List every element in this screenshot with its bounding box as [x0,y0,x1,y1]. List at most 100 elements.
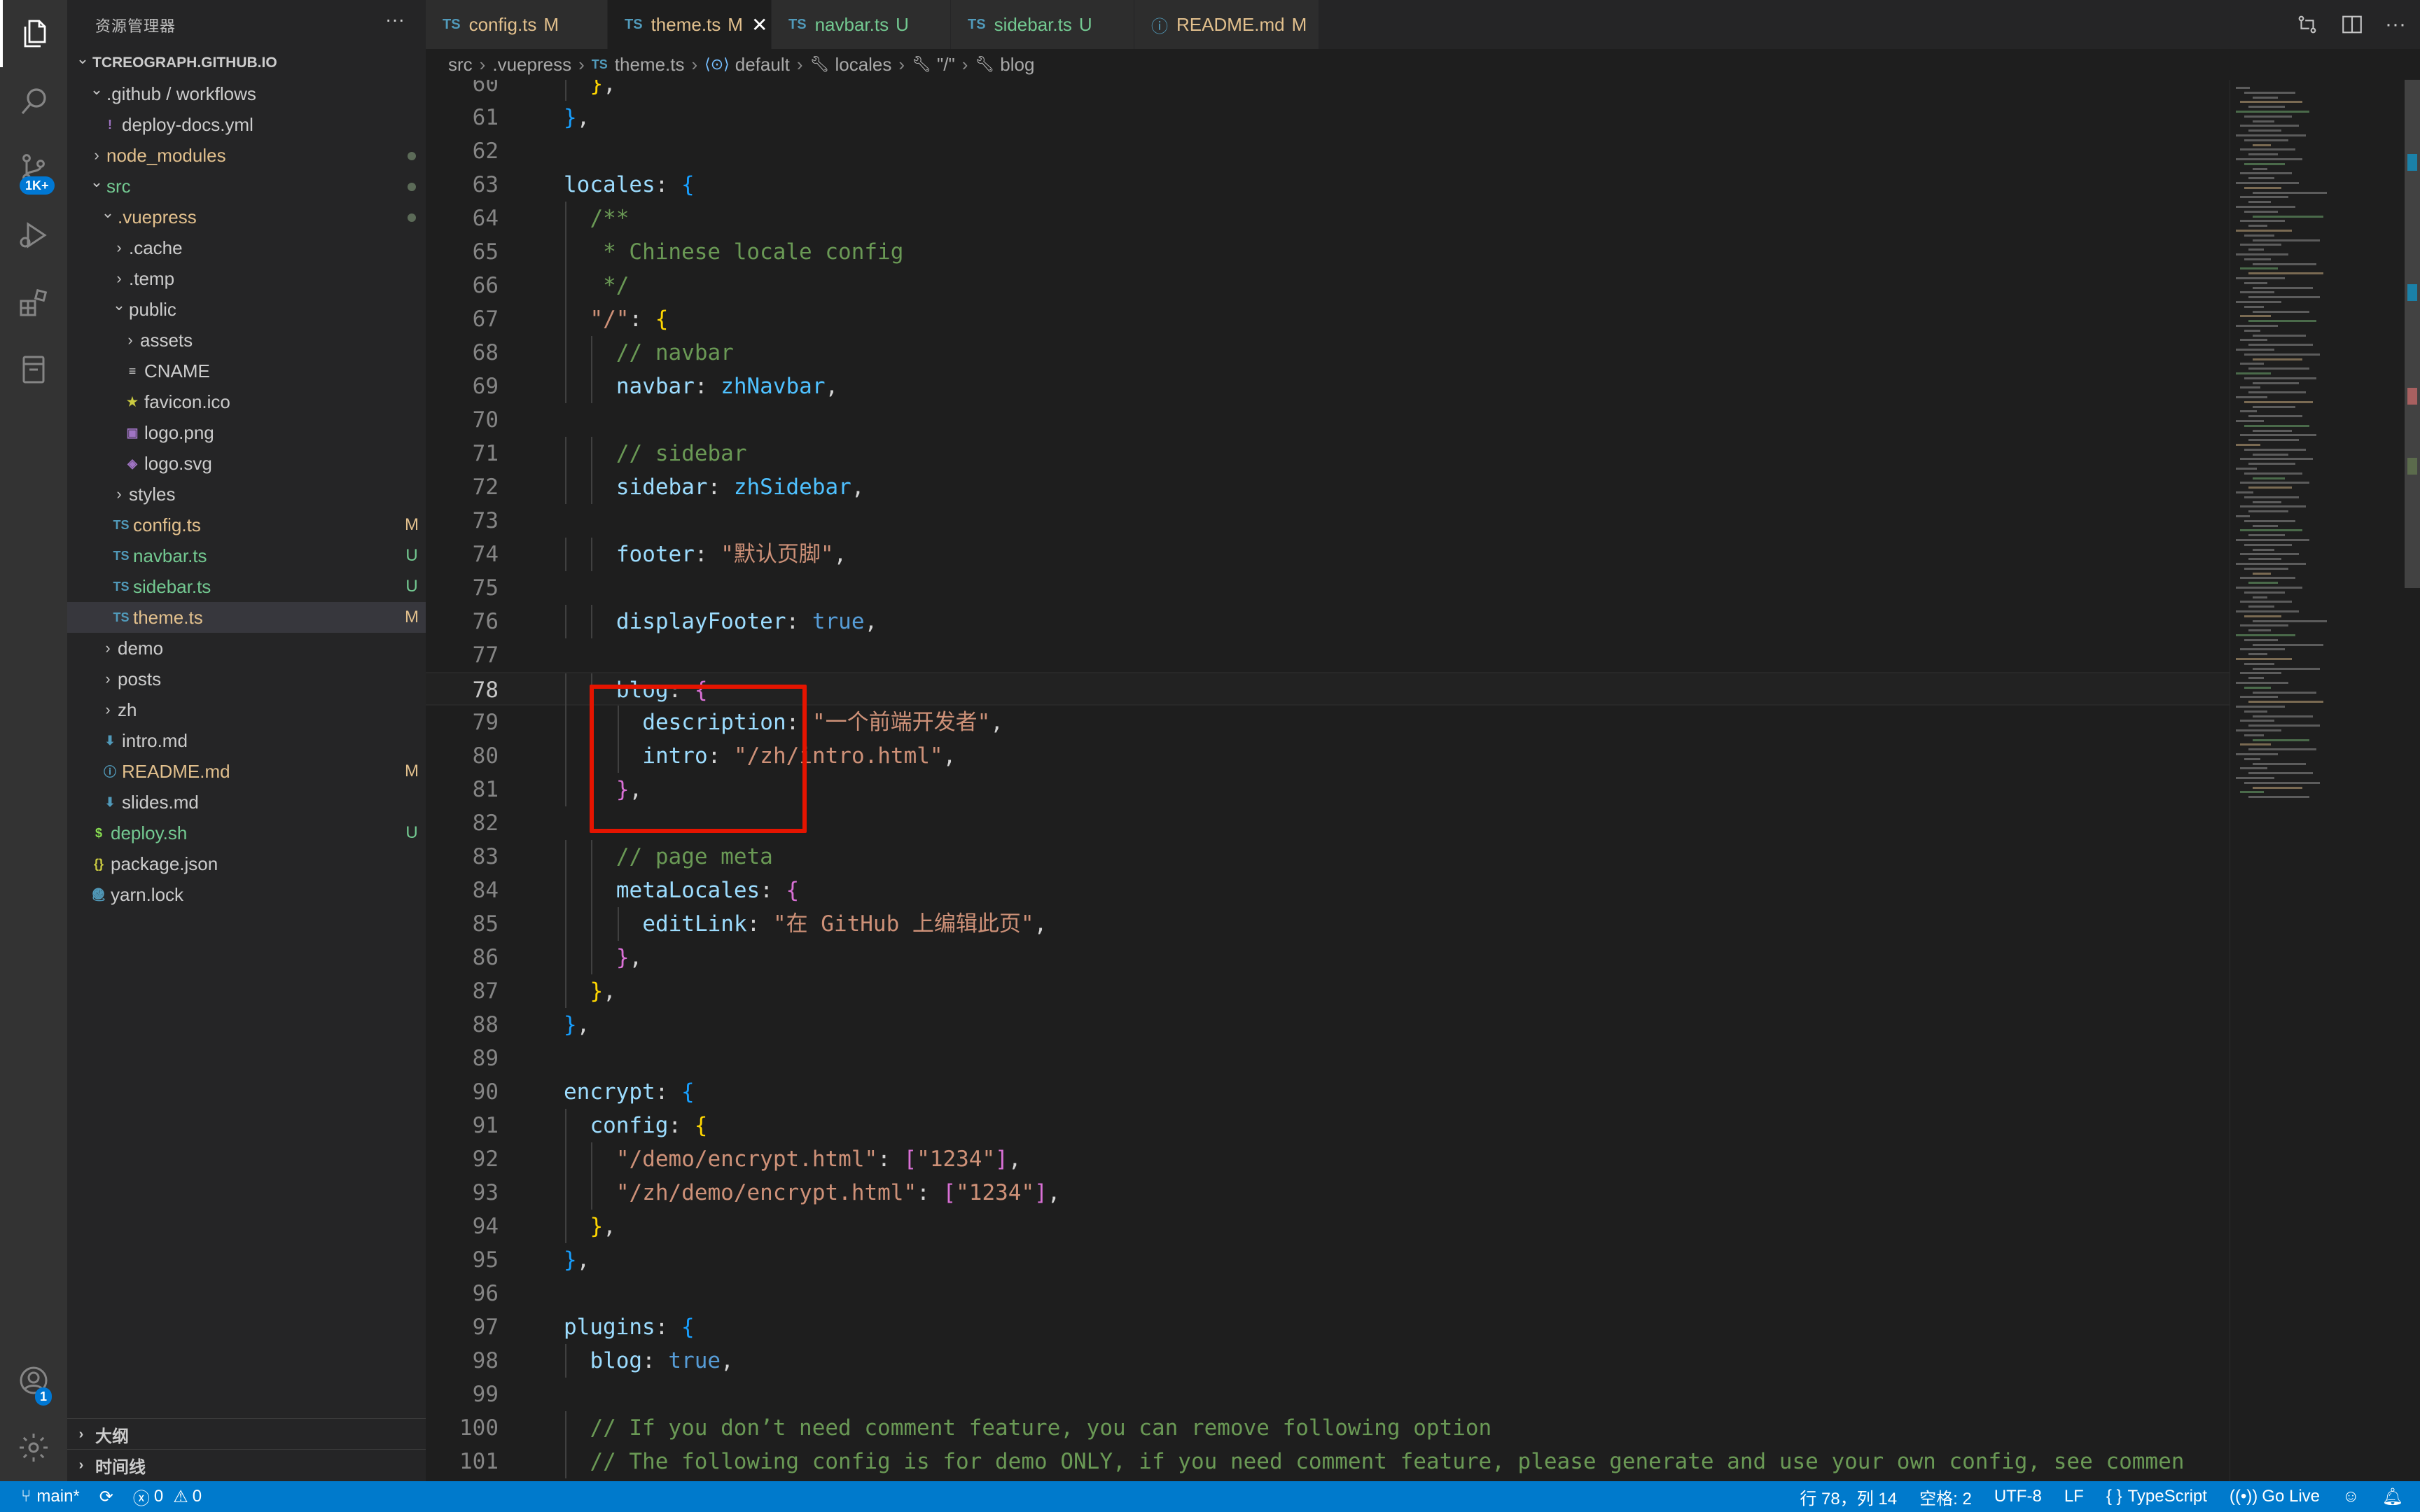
outline-panel-header[interactable]: › 大纲 [67,1418,426,1450]
code-token: { [786,878,800,903]
tree-file[interactable]: ★ favicon.ico [67,386,426,417]
minimap-line [2248,391,2306,394]
tree-file[interactable]: {} package.json [67,848,426,879]
extensions-icon[interactable] [0,269,67,336]
minimap[interactable] [2230,80,2405,1481]
indent-guide [565,673,566,707]
branch-indicator[interactable]: ⑂ main* [21,1487,80,1506]
vertical-scrollbar[interactable] [2405,80,2420,1481]
cursor-position[interactable]: 行 78，列 14 [1800,1485,1897,1509]
tree-folder[interactable]: ⌄ src [67,171,426,202]
account-icon[interactable]: 1 [0,1347,67,1414]
minimap-line [2244,686,2271,689]
minimap-line [2248,463,2295,465]
source-control-diff-icon[interactable] [2291,8,2323,41]
breadcrumb-default[interactable]: default [735,54,790,76]
close-icon[interactable]: ✕ [751,13,767,36]
breadcrumb-locales[interactable]: locales [835,54,891,76]
tree-folder[interactable]: › posts [67,664,426,694]
minimap-line [2253,144,2271,146]
minimap-line [2248,296,2320,299]
tree-file[interactable]: ▣ logo.png [67,417,426,448]
source-control-icon[interactable]: 1K+ [0,134,67,202]
go-live-button[interactable]: ((•)) Go Live [2230,1487,2320,1506]
tree-folder[interactable]: ⌄ .github / workflows [67,78,426,109]
language-mode[interactable]: { } TypeScript [2106,1487,2207,1506]
tab-navbar-ts[interactable]: TS navbar.ts U [772,0,951,49]
tree-folder[interactable]: ⌄ .vuepress [67,202,426,232]
tree-folder[interactable]: › assets [67,325,426,356]
minimap-line [2236,706,2285,708]
tree-folder[interactable]: › .temp [67,263,426,294]
sync-icon[interactable]: ⟳ [99,1487,113,1507]
line-number: 80 [472,743,499,769]
tree-file[interactable]: ⬇ slides.md [67,787,426,818]
tree-file[interactable]: TS navbar.ts U [67,540,426,571]
tab-config-ts[interactable]: TS config.ts M [426,0,608,49]
git-status-badge: U [405,577,418,596]
minimap-line [2253,382,2299,384]
minimap-line [2253,596,2267,598]
chevron-down-icon: ⌄ [76,50,90,67]
minimap-line [2236,491,2253,493]
tab-readme-md[interactable]: ⓘ README.md M [1134,0,1319,49]
tree-file[interactable]: ⓘ README.md M [67,756,426,787]
activity-bar: 1K+ 1 [0,0,67,1481]
breadcrumb-vuepress[interactable]: .vuepress [492,54,571,76]
explorer-icon[interactable] [0,0,67,67]
settings-gear-icon[interactable] [0,1414,67,1481]
error-count: 0 [153,1487,164,1506]
code-editor[interactable]: 60}, 61}, 62 63 locales: {64/** 65 * Chinese … [426,80,2420,1481]
tree-file[interactable]: ◈ logo.svg [67,448,426,479]
breadcrumb-src[interactable]: src [448,54,473,76]
tree-file[interactable]: $ deploy.sh U [67,818,426,848]
tree-file[interactable]: 🧶︎ yarn.lock [67,879,426,910]
feedback-icon[interactable]: ☺ [2342,1487,2360,1506]
breadcrumb-root-locale[interactable]: "/" [937,54,955,76]
chevron-down-icon: ⌄ [112,296,126,314]
tab-git-status: U [1078,13,1092,35]
breadcrumb-file[interactable]: theme.ts [615,54,685,76]
tab-sidebar-ts[interactable]: TS sidebar.ts U [951,0,1134,49]
tree-file[interactable]: ! deploy-docs.yml [67,109,426,140]
tree-folder[interactable]: › .cache [67,232,426,263]
tree-file[interactable]: TS sidebar.ts U [67,571,426,602]
indentation[interactable]: 空格: 2 [1919,1485,1972,1509]
code-content: blog: true, [590,1344,733,1378]
tree-file[interactable]: ≡ CNAME [67,356,426,386]
tree-folder[interactable]: ⌄ public [67,294,426,325]
tree-folder[interactable]: › node_modules [67,140,426,171]
search-icon[interactable] [0,67,67,134]
code-token: ] [995,1147,1008,1172]
tree-folder[interactable]: › styles [67,479,426,510]
status-dot [408,183,416,191]
breadcrumb-blog[interactable]: blog [1000,54,1034,76]
tab-theme-ts[interactable]: TS theme.ts M ✕ [608,0,772,49]
tree-folder[interactable]: › demo [67,633,426,664]
timeline-panel-header[interactable]: › 时间线 [67,1449,426,1480]
encoding[interactable]: UTF-8 [1994,1487,2042,1506]
end-of-line[interactable]: LF [2064,1487,2084,1506]
minimap-line [2240,791,2264,794]
run-debug-icon[interactable] [0,202,67,269]
tree-folder[interactable]: › zh [67,694,426,725]
tree-file[interactable]: TS config.ts M [67,510,426,540]
workspace-root[interactable]: ⌄ TCREOGRAPH.GITHUB.IO [67,48,426,78]
line-number: 65 [472,239,499,265]
more-actions-icon[interactable]: ··· [385,8,405,31]
split-editor-icon[interactable] [2336,8,2368,41]
code-token: { [655,307,669,332]
tree-file[interactable]: TS theme.ts M [67,602,426,633]
minimap-line [2240,291,2274,294]
tree-item-label: logo.svg [144,452,212,474]
minimap-line [2253,524,2278,527]
more-actions-icon[interactable]: ··· [2379,8,2412,41]
notifications-bell-icon[interactable]: 🔔︎ [2382,1487,2403,1507]
code-content: metaLocales: { [616,874,799,907]
indent-guide [565,974,566,1008]
tree-file[interactable]: ⬇ intro.md [67,725,426,756]
minimap-line [2240,315,2271,318]
problems-indicator[interactable]: ⓧ 0 ⚠︎ 0 [133,1485,202,1509]
remote-explorer-icon[interactable] [0,336,67,403]
line-number: 73 [472,508,499,533]
